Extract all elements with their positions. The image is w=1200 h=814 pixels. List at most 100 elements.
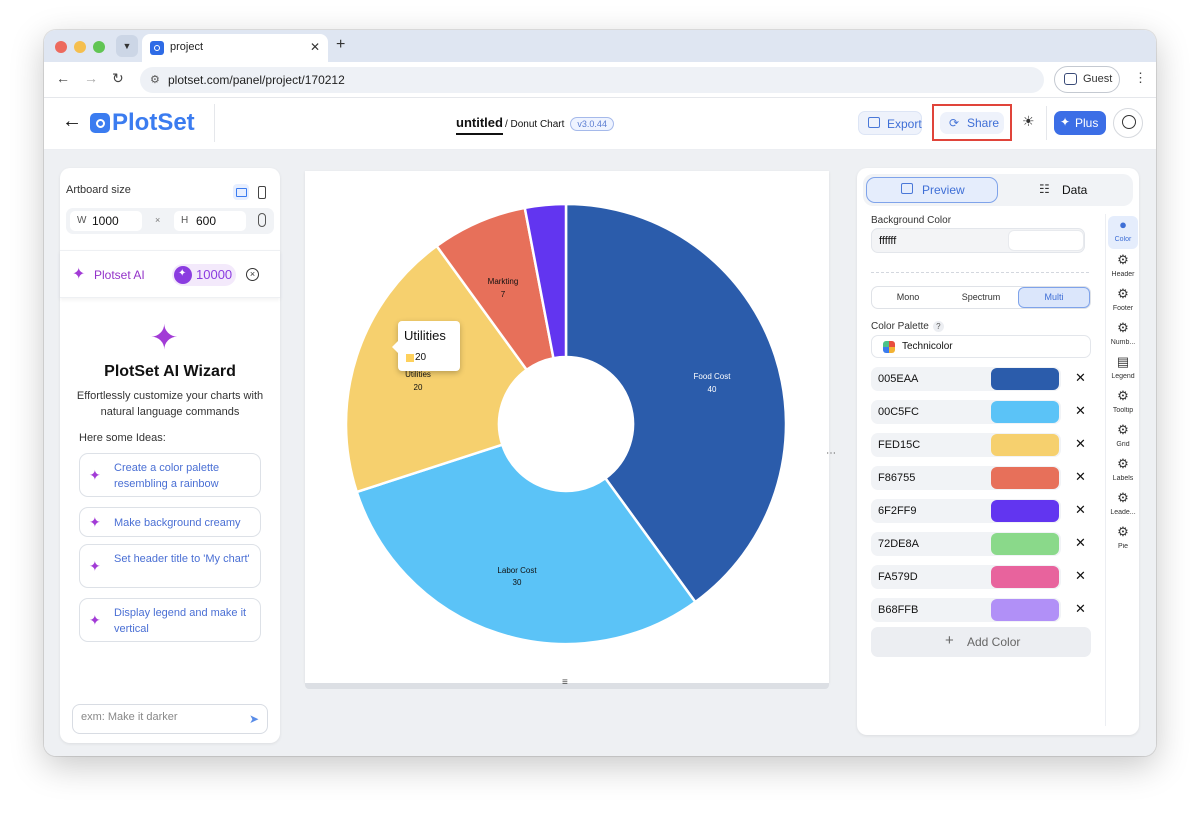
- resize-handle-icon[interactable]: ≡: [562, 678, 572, 688]
- settings-tab-labels[interactable]: ⚙ Labels: [1108, 455, 1138, 488]
- help-icon[interactable]: ?: [932, 321, 944, 332]
- remove-color-icon[interactable]: ✕: [1075, 370, 1086, 386]
- tab-search-button[interactable]: ▼: [116, 35, 138, 57]
- settings-tab-color[interactable]: ● Color: [1108, 216, 1138, 249]
- theme-toggle-sun-icon[interactable]: ☀: [1022, 113, 1035, 130]
- color-hex-field[interactable]: 005EAA: [871, 367, 1061, 391]
- settings-tab-grid[interactable]: ⚙ Grid: [1108, 421, 1138, 454]
- mobile-view-icon[interactable]: [253, 184, 269, 200]
- url-field[interactable]: ⚙ plotset.com/panel/project/170212: [140, 67, 1044, 93]
- color-hex-field[interactable]: 6F2FF9: [871, 499, 1061, 523]
- color-row: FED15C ✕: [871, 433, 1089, 457]
- remove-color-icon[interactable]: ✕: [1075, 568, 1086, 584]
- minimize-window-button[interactable]: [74, 41, 86, 53]
- tooltip-value: 20: [415, 352, 427, 363]
- close-ai-icon[interactable]: ×: [246, 268, 259, 281]
- send-icon[interactable]: ➤: [249, 712, 259, 726]
- settings-tab-legend[interactable]: ▤ Legend: [1108, 353, 1138, 386]
- project-title[interactable]: untitled: [456, 115, 503, 135]
- wizard-description: Effortlessly customize your charts with …: [76, 390, 264, 418]
- browser-menu-icon[interactable]: ⋮: [1134, 70, 1147, 86]
- plus-upgrade-button[interactable]: ✦ Plus: [1054, 111, 1106, 135]
- height-field[interactable]: H 600: [174, 211, 246, 231]
- idea-suggestion[interactable]: ✦ Make background creamy: [79, 507, 261, 537]
- idea-suggestion[interactable]: ✦ Set header title to 'My chart': [79, 544, 261, 588]
- color-hex-value: 00C5FC: [878, 406, 919, 418]
- aspect-lock-icon[interactable]: [258, 213, 266, 227]
- forward-arrow-icon[interactable]: →: [84, 70, 98, 86]
- settings-tab-label: Labels: [1112, 475, 1134, 482]
- color-swatch[interactable]: [991, 500, 1059, 522]
- color-swatch[interactable]: [991, 467, 1059, 489]
- back-arrow-icon[interactable]: ←: [56, 70, 70, 86]
- color-swatch[interactable]: [991, 533, 1059, 555]
- slice-value: 7: [501, 290, 506, 299]
- color-hex-field[interactable]: 00C5FC: [871, 400, 1061, 424]
- remove-color-icon[interactable]: ✕: [1075, 436, 1086, 452]
- export-label: Export: [887, 117, 922, 131]
- settings-tab-pie[interactable]: ⚙ Pie: [1108, 523, 1138, 556]
- palette-select[interactable]: Technicolor: [871, 335, 1091, 358]
- color-hex-field[interactable]: B68FFB: [871, 598, 1061, 622]
- color-hex-field[interactable]: FA579D: [871, 565, 1061, 589]
- remove-color-icon[interactable]: ✕: [1075, 469, 1086, 485]
- settings-tab-number[interactable]: ⚙ Numb...: [1108, 319, 1138, 352]
- color-hex-field[interactable]: 72DE8A: [871, 532, 1061, 556]
- close-window-button[interactable]: [55, 41, 67, 53]
- color-hex-value: FED15C: [878, 439, 921, 451]
- mode-spectrum[interactable]: Spectrum: [944, 287, 1018, 308]
- settings-tab-footer[interactable]: ⚙ Footer: [1108, 285, 1138, 318]
- color-hex-field[interactable]: FED15C: [871, 433, 1061, 457]
- remove-color-icon[interactable]: ✕: [1075, 535, 1086, 551]
- ideas-label: Here some Ideas:: [79, 432, 166, 444]
- share-button[interactable]: ⟳ Share: [940, 112, 1004, 134]
- mode-mono[interactable]: Mono: [872, 287, 944, 308]
- add-color-button[interactable]: + Add Color: [871, 627, 1091, 657]
- chart-canvas[interactable]: Food Cost 40 Labor Cost 30 Utilities 20 Markti…: [305, 171, 829, 683]
- maximize-window-button[interactable]: [93, 41, 105, 53]
- share-highlight-box: ⟳ Share: [932, 104, 1012, 141]
- gear-icon: ⚙: [1117, 456, 1129, 471]
- close-tab-icon[interactable]: ✕: [310, 40, 320, 54]
- settings-tab-label: Numb...: [1110, 339, 1136, 346]
- export-button[interactable]: Export: [858, 111, 922, 135]
- remove-color-icon[interactable]: ✕: [1075, 502, 1086, 518]
- ai-sparkle-icon: ✦: [72, 266, 86, 283]
- donut-chart[interactable]: Food Cost 40 Labor Cost 30 Utilities 20 Markti…: [305, 171, 829, 683]
- settings-tab-leader[interactable]: ⚙ Leade...: [1108, 489, 1138, 522]
- guest-profile-button[interactable]: Guest: [1054, 66, 1120, 93]
- background-color-swatch[interactable]: [1008, 230, 1084, 251]
- mode-multi[interactable]: Multi: [1018, 287, 1090, 308]
- new-tab-button[interactable]: +: [336, 36, 345, 54]
- settings-tab-header[interactable]: ⚙ Header: [1108, 251, 1138, 284]
- color-swatch[interactable]: [991, 368, 1059, 390]
- background-color-field[interactable]: ffffff: [871, 228, 1085, 253]
- color-swatch[interactable]: [991, 401, 1059, 423]
- site-info-icon[interactable]: ⚙: [150, 73, 160, 86]
- idea-suggestion[interactable]: ✦ Display legend and make it vertical: [79, 598, 261, 642]
- user-avatar-icon[interactable]: [1113, 108, 1143, 138]
- data-hierarchy-icon: ☷: [1039, 182, 1050, 196]
- idea-text: Create a color palette resembling a rain…: [114, 462, 220, 490]
- browser-tab[interactable]: project ✕: [142, 34, 328, 62]
- reload-icon[interactable]: ↻: [112, 70, 124, 87]
- ai-prompt-input[interactable]: [81, 711, 241, 723]
- color-row: 72DE8A ✕: [871, 532, 1089, 556]
- width-field[interactable]: W 1000: [70, 211, 142, 231]
- app-header: ← PlotSet untitled / Donut Chart v3.0.44 E…: [44, 98, 1156, 150]
- remove-color-icon[interactable]: ✕: [1075, 403, 1086, 419]
- remove-color-icon[interactable]: ✕: [1075, 601, 1086, 617]
- back-icon[interactable]: ←: [62, 110, 82, 133]
- settings-tab-tooltip[interactable]: ⚙ Tooltip: [1108, 387, 1138, 420]
- settings-tab-label: Color: [1114, 236, 1132, 243]
- tab-preview[interactable]: Preview: [866, 177, 998, 203]
- ai-prompt-box: ➤: [72, 704, 268, 734]
- color-hex-field[interactable]: F86755: [871, 466, 1061, 490]
- side-resize-handle-icon[interactable]: ⋯: [826, 448, 836, 459]
- add-color-label: Add Color: [967, 635, 1021, 649]
- idea-suggestion[interactable]: ✦ Create a color palette resembling a ra…: [79, 453, 261, 497]
- color-swatch[interactable]: [991, 434, 1059, 456]
- color-swatch[interactable]: [991, 566, 1059, 588]
- desktop-view-icon[interactable]: [233, 184, 249, 200]
- color-swatch[interactable]: [991, 599, 1059, 621]
